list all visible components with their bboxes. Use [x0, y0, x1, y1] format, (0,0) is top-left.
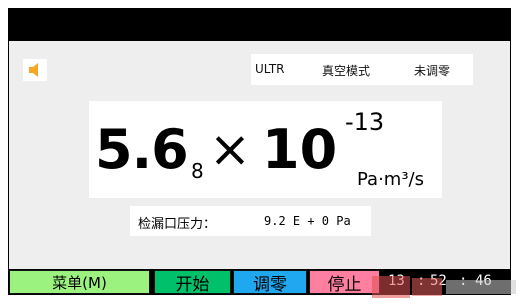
watermark-logo [372, 276, 516, 298]
reading-unit: Pa·m³/s [357, 169, 424, 190]
reading-exponent: -13 [345, 108, 385, 136]
mode-label: ULTR [255, 62, 285, 76]
status-panel: ULTR 真空模式 未调零 [251, 54, 473, 85]
top-bar [8, 8, 511, 41]
leak-rate-reading: 5.6 8 × 10 -13 Pa·m³/s [89, 101, 442, 198]
reading-mantissa: 5.6 [95, 118, 189, 181]
zero-state-label: 未调零 [414, 64, 451, 78]
main-display: ULTR 真空模式 未调零 5.6 8 × 10 -13 Pa·m³/s 检漏口… [9, 41, 510, 269]
leak-port-value: 9.2 E + 0 Pa [264, 214, 351, 228]
speaker-button[interactable] [23, 59, 47, 81]
leak-port-label: 检漏口压力： [138, 217, 217, 232]
speaker-icon [29, 63, 38, 77]
zero-button[interactable]: 调零 [233, 270, 307, 295]
stop-button[interactable]: 停止 [309, 270, 380, 295]
start-button[interactable]: 开始 [154, 270, 231, 295]
device-screen: ULTR 真空模式 未调零 5.6 8 × 10 -13 Pa·m³/s 检漏口… [8, 8, 511, 295]
menu-button[interactable]: 菜单(M) [9, 270, 150, 294]
vacuum-mode-label: 真空模式 [322, 64, 371, 78]
reading-small-digit: 8 [191, 159, 204, 183]
reading-base: 10 [262, 118, 338, 181]
reading-times-sign: × [209, 120, 251, 178]
leak-port-pressure: 检漏口压力： 9.2 E + 0 Pa [130, 206, 371, 236]
